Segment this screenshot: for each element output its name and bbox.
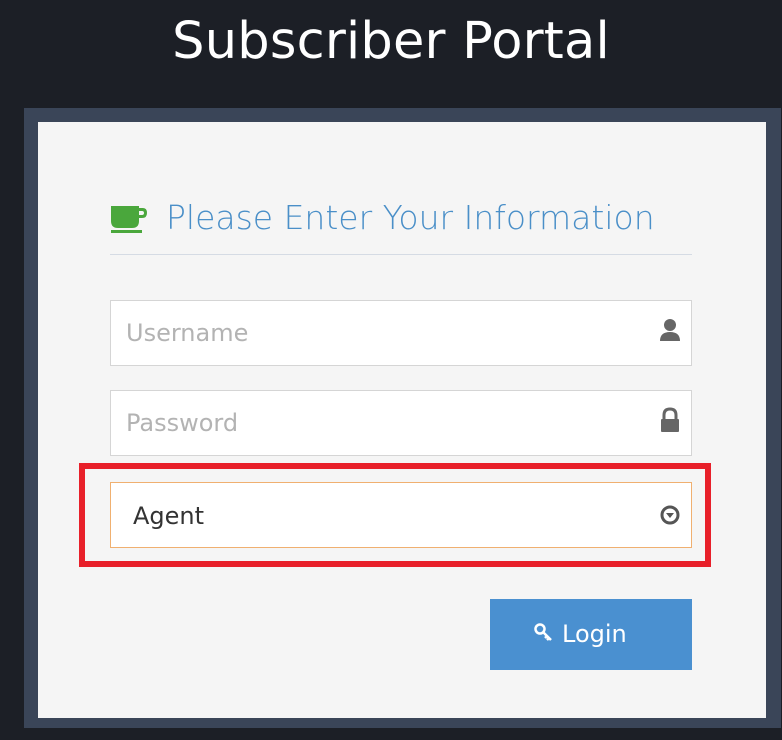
username-input[interactable] (111, 301, 691, 365)
key-icon (534, 623, 552, 641)
password-field[interactable] (110, 390, 692, 456)
highlight-box (79, 463, 711, 567)
form-heading-text: Please Enter Your Information (166, 198, 655, 237)
coffee-cup-icon (111, 206, 147, 233)
login-button[interactable]: Login (490, 599, 692, 670)
password-input[interactable] (111, 391, 691, 455)
user-icon (660, 319, 680, 341)
username-field[interactable] (110, 300, 692, 366)
form-heading: Please Enter Your Information (110, 190, 692, 255)
login-button-label: Login (562, 620, 627, 648)
lock-icon (661, 407, 679, 432)
page-title: Subscriber Portal (172, 12, 610, 71)
